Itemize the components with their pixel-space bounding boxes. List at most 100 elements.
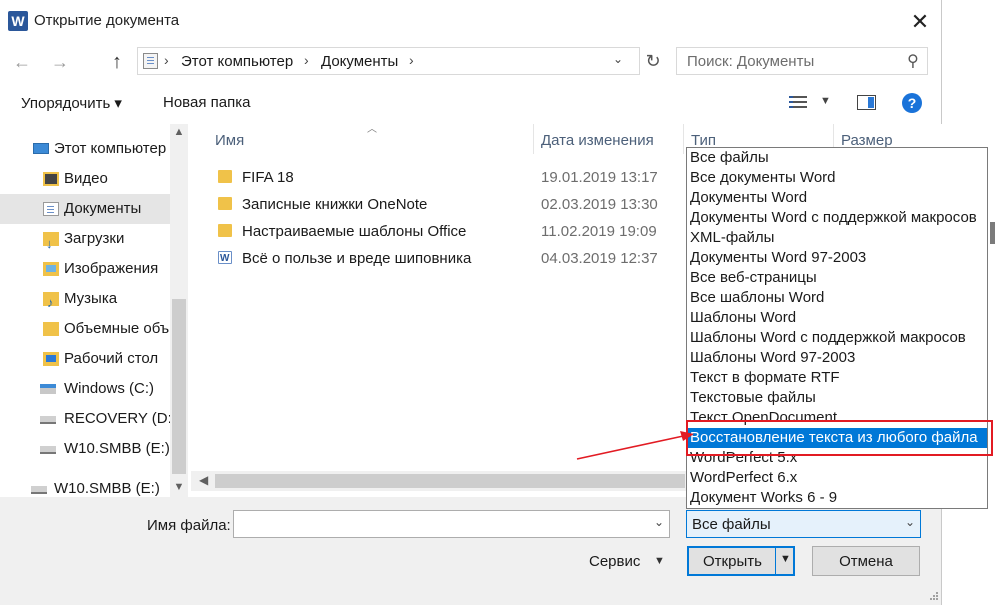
search-placeholder: Поиск: Документы <box>687 53 815 70</box>
scroll-left-icon[interactable]: ◀ <box>199 473 208 487</box>
music-folder-icon <box>43 288 59 314</box>
view-options-chevron-icon[interactable]: ▼ <box>820 95 831 107</box>
scroll-up-icon[interactable]: ▲ <box>170 126 188 138</box>
file-type-option[interactable]: Шаблоны Word с поддержкой макросов <box>687 328 987 348</box>
sidebar-item-label: Рабочий стол <box>64 350 159 367</box>
tools-menu[interactable]: Сервис <box>589 553 640 570</box>
sort-ascending-icon: ︿ <box>367 124 377 135</box>
file-type-option[interactable]: Документы Word с поддержкой макросов <box>687 208 987 228</box>
search-box[interactable]: Поиск: Документы ⚲ <box>676 47 928 75</box>
file-type-option[interactable]: Текст в формате RTF <box>687 368 987 388</box>
file-date: 11.02.2019 19:09 <box>541 223 657 240</box>
word-app-icon: W <box>8 11 28 31</box>
open-options-chevron-icon[interactable]: ▼ <box>780 553 791 565</box>
3d-objects-folder-icon <box>43 322 59 336</box>
resize-grip-icon[interactable] <box>925 589 939 603</box>
file-list-horizontal-scrollbar[interactable]: ◀ <box>191 471 688 491</box>
file-type-option[interactable]: Все веб-страницы <box>687 268 987 288</box>
sidebar-item-this-pc[interactable]: Этот компьютер <box>0 134 170 164</box>
preview-pane-icon[interactable] <box>857 95 876 110</box>
sidebar-item-documents[interactable]: Документы <box>0 194 170 224</box>
file-type-option[interactable]: Документы Word <box>687 188 987 208</box>
drive-icon <box>40 446 56 454</box>
sidebar-item-3d-objects[interactable]: Объемные объ <box>0 314 170 344</box>
sidebar-item-w10-smbb-e[interactable]: W10.SMBB (E:) <box>0 434 170 464</box>
documents-location-icon <box>143 53 158 69</box>
scroll-thumb[interactable] <box>215 474 685 488</box>
red-annotation-arrow-icon <box>576 431 694 460</box>
file-type-option[interactable]: Все документы Word <box>687 168 987 188</box>
close-button[interactable]: ✕ <box>900 6 940 38</box>
sidebar-item-label: Этот компьютер <box>54 140 167 157</box>
drive-icon <box>40 416 56 424</box>
column-header-date[interactable]: Дата изменения <box>541 132 654 149</box>
sidebar-item-windows-c[interactable]: Windows (C:) <box>0 374 170 404</box>
sidebar-item-desktop[interactable]: Рабочий стол <box>0 344 170 374</box>
address-bar[interactable]: › Этот компьютер › Документы › ⌄ <box>137 47 640 75</box>
navigation-pane: Этот компьютер Видео Документы Загрузки … <box>0 124 189 497</box>
file-type-option[interactable]: Все файлы <box>687 148 987 168</box>
file-type-option[interactable]: WordPerfect 6.x <box>687 468 987 488</box>
file-type-option[interactable]: Документы Word 97-2003 <box>687 248 987 268</box>
sidebar-item-w10-smbb-e-network[interactable]: W10.SMBB (E:) <box>0 474 170 497</box>
file-type-option[interactable]: Все шаблоны Word <box>687 288 987 308</box>
file-type-option[interactable]: Шаблоны Word <box>687 308 987 328</box>
file-name: Всё о пользе и вреде шиповника <box>242 250 472 267</box>
column-divider[interactable] <box>683 124 684 154</box>
file-type-chevron-icon[interactable]: ⌄ <box>905 515 915 529</box>
breadcrumb-this-pc[interactable]: Этот компьютер <box>181 53 293 70</box>
back-arrow-icon[interactable]: ← <box>9 49 35 75</box>
file-type-select[interactable]: Все файлы ⌄ <box>686 510 921 538</box>
file-type-option[interactable]: XML-файлы <box>687 228 987 248</box>
forward-arrow-icon[interactable]: → <box>47 49 73 75</box>
cancel-button[interactable]: Отмена <box>812 546 920 576</box>
red-highlight-box <box>686 420 993 456</box>
column-divider[interactable] <box>533 124 534 154</box>
file-type-option[interactable]: Текстовые файлы <box>687 388 987 408</box>
sidebar-item-recovery-d[interactable]: RECOVERY (D:) <box>0 404 170 434</box>
filename-input[interactable]: ⌄ <box>233 510 670 538</box>
sidebar-item-downloads[interactable]: Загрузки <box>0 224 170 254</box>
breadcrumb-chevron-icon[interactable]: › <box>164 52 169 68</box>
column-header-name[interactable]: Имя <box>215 132 244 149</box>
breadcrumb-chevron-icon[interactable]: › <box>409 52 414 68</box>
downloads-folder-icon <box>43 229 59 254</box>
open-button[interactable]: Открыть ▼ <box>687 546 795 576</box>
tools-menu-chevron-icon[interactable]: ▼ <box>654 555 665 567</box>
sidebar-item-pictures[interactable]: Изображения <box>0 254 170 284</box>
file-type-option[interactable]: Шаблоны Word 97-2003 <box>687 348 987 368</box>
file-date: 02.03.2019 13:30 <box>541 196 658 213</box>
view-list-icon[interactable] <box>789 96 807 110</box>
window-title: Открытие документа <box>34 12 180 29</box>
filename-label: Имя файла: <box>147 517 231 534</box>
navigation-scrollbar[interactable]: ▲ ▼ <box>170 124 188 497</box>
word-document-icon <box>218 245 232 272</box>
address-history-chevron-icon[interactable]: ⌄ <box>613 52 623 66</box>
filename-history-chevron-icon[interactable]: ⌄ <box>654 515 664 529</box>
sidebar-item-music[interactable]: Музыка <box>0 284 170 314</box>
help-icon[interactable]: ? <box>902 93 922 113</box>
drive-icon <box>31 486 47 494</box>
scroll-thumb[interactable] <box>172 299 186 474</box>
file-type-option[interactable]: Документ Works 6 - 9 <box>687 488 987 508</box>
video-folder-icon <box>43 172 59 186</box>
documents-folder-icon <box>43 202 59 216</box>
pictures-folder-icon <box>43 262 59 276</box>
sidebar-item-label: W10.SMBB (E:) <box>54 480 160 497</box>
breadcrumb-chevron-icon[interactable]: › <box>304 52 309 68</box>
new-folder-button[interactable]: Новая папка <box>163 94 250 111</box>
sidebar-item-video[interactable]: Видео <box>0 164 170 194</box>
breadcrumb-documents[interactable]: Документы <box>321 53 398 70</box>
dialog-footer: Имя файла: ⌄ Все файлы ⌄ Сервис ▼ Открыт… <box>0 497 941 605</box>
folder-icon <box>218 197 232 210</box>
scroll-down-icon[interactable]: ▼ <box>170 481 188 493</box>
computer-icon <box>33 143 49 154</box>
file-type-value: Все файлы <box>692 516 771 533</box>
search-icon[interactable]: ⚲ <box>907 51 919 71</box>
up-arrow-icon[interactable]: ↑ <box>104 49 130 75</box>
organize-menu[interactable]: Упорядочить ▾ <box>21 94 122 112</box>
refresh-icon[interactable]: ↻ <box>641 49 665 73</box>
windows-drive-icon <box>40 384 56 394</box>
sidebar-item-label: Документы <box>64 200 142 217</box>
file-date: 04.03.2019 12:37 <box>541 250 658 267</box>
